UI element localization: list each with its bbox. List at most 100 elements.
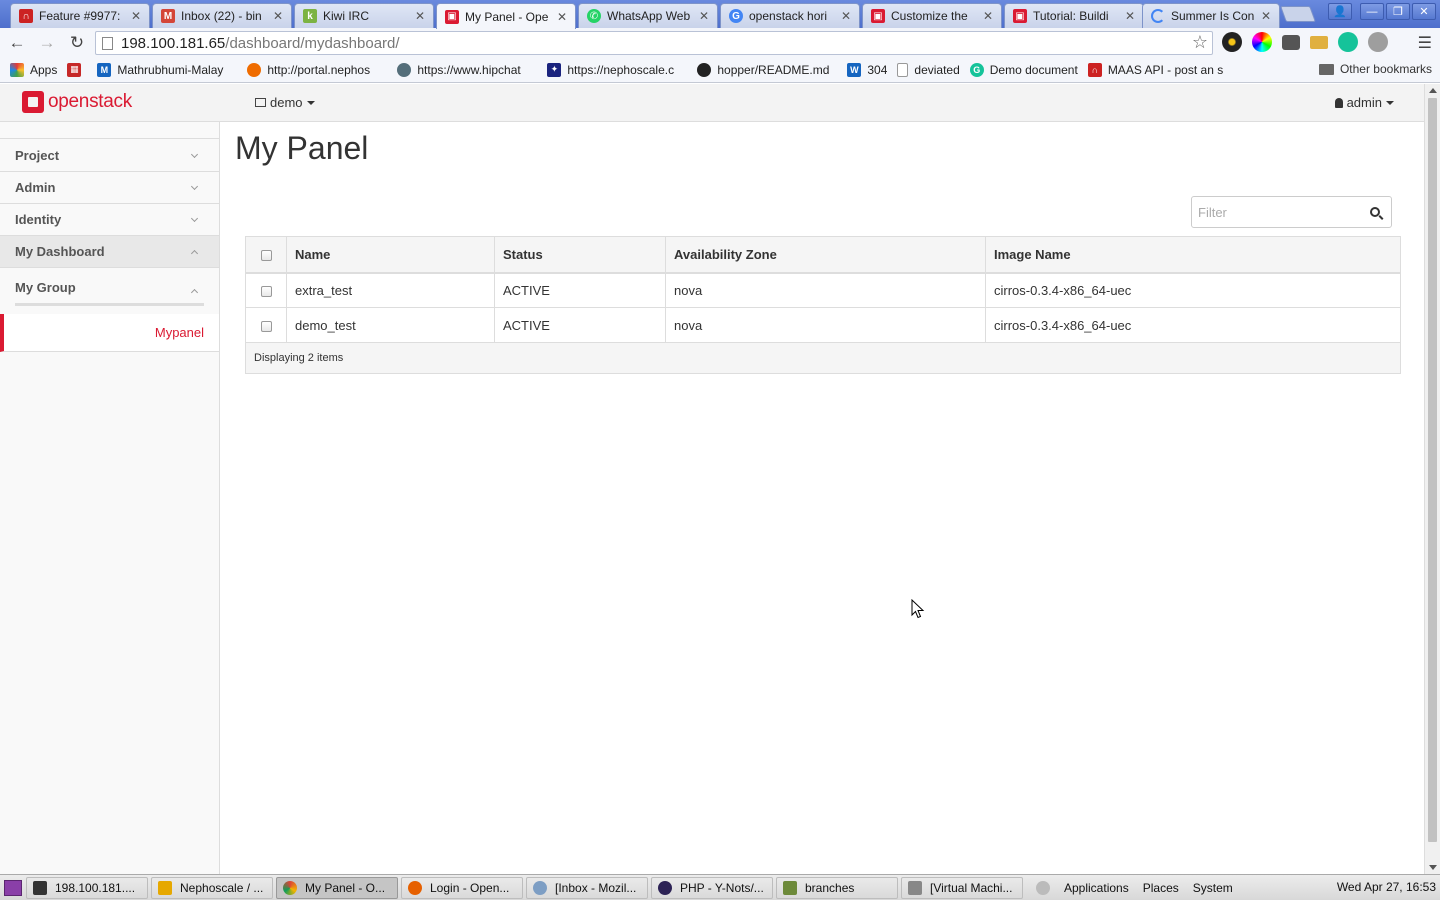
- chevron-up-icon: [190, 288, 199, 297]
- tab-my-panel[interactable]: ▣ My Panel - Ope ✕: [436, 3, 576, 29]
- clock[interactable]: Wed Apr 27, 16:53: [1337, 880, 1436, 894]
- menu-applications[interactable]: Applications: [1064, 881, 1129, 895]
- tab-inbox[interactable]: M Inbox (22) - bin ✕: [152, 3, 292, 28]
- task-inbox[interactable]: [Inbox - Mozil...: [526, 876, 648, 899]
- close-window-button[interactable]: ✕: [1412, 3, 1436, 20]
- close-icon[interactable]: ✕: [1261, 9, 1273, 23]
- bookmark-deviated[interactable]: deviated: [897, 62, 960, 77]
- column-header-name[interactable]: Name: [286, 236, 495, 274]
- column-header-availability-zone[interactable]: Availability Zone: [665, 236, 986, 274]
- sidebar-item-project[interactable]: Project: [0, 140, 219, 172]
- reload-icon[interactable]: ↻: [64, 30, 90, 56]
- bookmark-maas[interactable]: ∩ MAAS API - post an s: [1087, 62, 1228, 77]
- task-virtual-machine[interactable]: [Virtual Machi...: [901, 876, 1023, 899]
- forward-icon[interactable]: →: [34, 30, 60, 56]
- extension-dark-icon[interactable]: [1222, 32, 1242, 52]
- sidebar-group-label: My Group: [15, 280, 76, 295]
- tab-label: Inbox (22) - bin: [181, 9, 262, 23]
- maximize-button[interactable]: ❐: [1386, 3, 1410, 20]
- scrollbar-thumb[interactable]: [1428, 98, 1437, 842]
- close-icon[interactable]: ✕: [699, 9, 711, 23]
- tab-whatsapp[interactable]: ✆ WhatsApp Web ✕: [578, 3, 718, 28]
- bookmark-hopper[interactable]: hopper/README.md: [697, 62, 837, 77]
- row-checkbox[interactable]: [260, 285, 272, 297]
- sidebar-group-my-group[interactable]: My Group: [15, 280, 204, 306]
- table-footer-row: Displaying 2 items: [245, 342, 1401, 374]
- task-nephoscale[interactable]: Nephoscale / ...: [151, 876, 273, 899]
- tab-openstack-search[interactable]: G openstack hori ✕: [720, 3, 860, 28]
- project-dropdown[interactable]: demo: [255, 95, 315, 110]
- task-php[interactable]: PHP - Y-Nots/...: [651, 876, 773, 899]
- task-label: 198.100.181....: [55, 880, 136, 895]
- close-icon[interactable]: ✕: [415, 9, 427, 23]
- tab-summer[interactable]: Summer Is Con ✕: [1142, 3, 1280, 28]
- sidebar: Project Admin Identity My Dashboard My G…: [0, 122, 220, 874]
- bookmark-apps[interactable]: Apps: [10, 62, 57, 77]
- task-branches[interactable]: branches: [776, 876, 898, 899]
- table-row: demo_test ACTIVE nova cirros-0.3.4-x86_6…: [245, 307, 1401, 343]
- sidebar-item-my-dashboard[interactable]: My Dashboard: [0, 236, 219, 268]
- search-button[interactable]: [1359, 197, 1391, 227]
- sidebar-item-admin[interactable]: Admin: [0, 172, 219, 204]
- address-bar[interactable]: 198.100.181.65/dashboard/mydashboard/ ☆: [95, 31, 1213, 55]
- cell-zone: nova: [665, 307, 986, 343]
- openstack-logo[interactable]: openstack: [22, 91, 132, 113]
- video-icon[interactable]: [1282, 34, 1300, 50]
- profile-icon[interactable]: 👤: [1328, 3, 1352, 20]
- vertical-scrollbar[interactable]: [1424, 84, 1440, 874]
- color-picker-icon[interactable]: [1252, 32, 1272, 52]
- cell-zone: nova: [665, 272, 986, 308]
- select-all-checkbox[interactable]: [260, 249, 272, 261]
- menu-icon[interactable]: ☰: [1418, 33, 1432, 53]
- menu-system[interactable]: System: [1193, 881, 1233, 895]
- chevron-down-icon: [190, 214, 199, 223]
- tab-label: Customize the: [891, 9, 968, 23]
- tab-feature[interactable]: ∩ Feature #9977: ✕: [10, 3, 150, 28]
- bookmark-nephoscale[interactable]: ✦ https://nephoscale.c: [547, 62, 687, 77]
- bookmark-demo-document[interactable]: G Demo document: [969, 62, 1078, 77]
- filter-input[interactable]: [1192, 197, 1362, 227]
- task-terminal[interactable]: 198.100.181....: [26, 876, 148, 899]
- close-icon[interactable]: ✕: [1125, 9, 1137, 23]
- sidebar-item-mypanel[interactable]: Mypanel: [0, 314, 219, 352]
- column-header-image-name[interactable]: Image Name: [985, 236, 1401, 274]
- close-icon[interactable]: ✕: [273, 9, 285, 23]
- close-icon[interactable]: ✕: [841, 9, 853, 23]
- instances-table: Name Status Availability Zone Image Name…: [245, 236, 1401, 374]
- close-icon[interactable]: ✕: [131, 9, 143, 23]
- show-desktop-icon[interactable]: [4, 879, 22, 896]
- bookmark-label: https://nephoscale.c: [567, 62, 675, 77]
- scroll-down-icon[interactable]: [1429, 865, 1437, 870]
- bookmark-red[interactable]: ▦: [67, 62, 87, 77]
- row-checkbox[interactable]: [260, 320, 272, 332]
- user-dropdown[interactable]: admin: [1334, 95, 1394, 110]
- distro-logo-icon: [1036, 880, 1050, 895]
- sidebar-item-identity[interactable]: Identity: [0, 204, 219, 236]
- extension-icons: [1222, 32, 1388, 52]
- bookmark-hipchat[interactable]: https://www.hipchat: [397, 62, 537, 77]
- task-my-panel[interactable]: My Panel - O...: [276, 876, 398, 899]
- tab-label: openstack hori: [749, 9, 828, 23]
- bookmark-304[interactable]: W 304: [847, 62, 887, 77]
- minimize-button[interactable]: —: [1360, 3, 1384, 20]
- github-icon: [697, 62, 712, 77]
- column-header-status[interactable]: Status: [494, 236, 666, 274]
- bookmark-star-icon[interactable]: ☆: [1192, 32, 1208, 53]
- tab-tutorial[interactable]: ▣ Tutorial: Buildi ✕: [1004, 3, 1144, 28]
- close-icon[interactable]: ✕: [557, 10, 569, 24]
- globe-icon[interactable]: [1368, 32, 1388, 52]
- tab-kiwi-irc[interactable]: k Kiwi IRC ✕: [294, 3, 434, 28]
- back-icon[interactable]: ←: [4, 30, 30, 56]
- other-bookmarks[interactable]: Other bookmarks: [1318, 62, 1432, 76]
- tab-customize[interactable]: ▣ Customize the ✕: [862, 3, 1002, 28]
- scroll-up-icon[interactable]: [1429, 88, 1437, 93]
- close-icon[interactable]: ✕: [983, 9, 995, 23]
- task-login[interactable]: Login - Open...: [401, 876, 523, 899]
- grammarly-icon[interactable]: [1338, 32, 1358, 52]
- menu-places[interactable]: Places: [1143, 881, 1179, 895]
- bookmark-mathrubhumi[interactable]: M Mathrubhumi-Malay: [97, 62, 237, 77]
- new-tab-button[interactable]: [1280, 6, 1316, 22]
- ruler-icon[interactable]: [1310, 35, 1328, 49]
- cell-status: ACTIVE: [494, 307, 666, 343]
- bookmark-portal[interactable]: http://portal.nephos: [247, 62, 387, 77]
